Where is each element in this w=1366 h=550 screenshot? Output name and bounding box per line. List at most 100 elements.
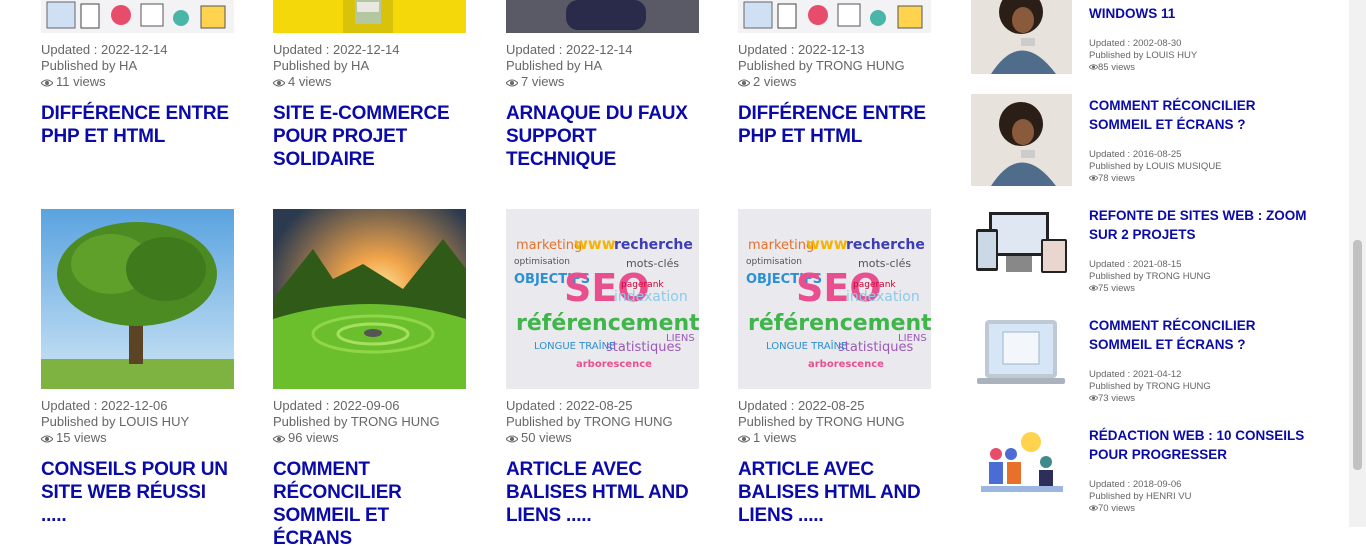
sidebar-post-views: 85 views [1098,62,1135,73]
post-views: 11 views [56,74,106,89]
post-views: 50 views [521,430,572,445]
sidebar-post-views: 70 views [1098,503,1135,514]
seo-word: www [806,235,848,253]
post-updated: Updated : 2022-12-06 [41,398,168,413]
post-title-link[interactable]: ARTICLE AVEC BALISES HTML AND LIENS ....… [738,458,933,527]
eye-icon [738,79,750,87]
sidebar-post-author: Published by TRONG HUNG [1089,381,1211,392]
post-title-link[interactable]: COMMENT RÉCONCILIER SOMMEIL ET ÉCRANS [273,458,468,550]
post-card[interactable]: Updated : 2022-12-06 Published by LOUIS … [41,209,236,527]
post-views: 1 views [753,430,797,445]
seo-word: marketing [516,238,582,253]
post-author: Published by LOUIS HUY [41,414,190,429]
post-updated: Updated : 2022-12-13 [738,42,865,57]
seo-word: arborescence [576,359,652,370]
sidebar-post-views: 75 views [1098,283,1135,294]
post-author: Published by TRONG HUNG [273,414,440,429]
sidebar-post-thumbnail[interactable] [971,94,1072,186]
sidebar-post-updated: Updated : 2016-08-25 [1089,149,1182,160]
post-views: 2 views [753,74,797,89]
post-card[interactable]: Updated : 2022-12-14 Published by HA 7 v… [506,0,701,171]
sidebar-post-author: Published by HENRI VU [1089,491,1192,502]
post-updated: Updated : 2022-08-25 [506,398,633,413]
post-title-link[interactable]: CONSEILS POUR UN SITE WEB RÉUSSI ..... [41,458,236,527]
post-title-link[interactable]: ARTICLE AVEC BALISES HTML AND LIENS ....… [506,458,701,527]
sidebar-post-author: Published by TRONG HUNG [1089,271,1211,282]
post-thumbnail[interactable]: marketing www recherche optimisation mot… [738,209,931,389]
sidebar-post-title[interactable]: RÉDACTION WEB : 10 CONSEILS POUR PROGRES… [1089,426,1319,464]
eye-icon [41,79,53,87]
eye-icon [1088,64,1099,70]
post-thumbnail[interactable] [273,0,466,33]
sidebar-post-thumbnail[interactable] [971,0,1072,74]
sidebar-post-views: 73 views [1098,393,1135,404]
eye-icon [273,435,285,443]
post-thumbnail[interactable] [41,209,234,389]
post-title-link[interactable]: DIFFÉRENCE ENTRE PHP ET HTML [41,102,236,148]
eye-icon [1088,175,1099,181]
sidebar-post-updated: Updated : 2021-08-15 [1089,259,1182,270]
post-updated: Updated : 2022-12-14 [273,42,400,57]
post-views: 7 views [521,74,565,89]
sidebar-post-updated: Updated : 2021-04-12 [1089,369,1182,380]
eye-icon [1088,505,1099,511]
sidebar-post-thumbnail[interactable] [971,424,1072,516]
seo-word: recherche [846,237,925,253]
post-card[interactable]: marketing www recherche optimisation mot… [738,209,933,527]
sidebar-post-thumbnail[interactable] [971,204,1072,296]
post-title-link[interactable]: ARNAQUE DU FAUX SUPPORT TECHNIQUE [506,102,701,171]
eye-icon [41,435,53,443]
seo-word: arborescence [808,359,884,370]
sidebar-post-thumbnail[interactable] [971,314,1072,406]
seo-word: indexation [846,289,920,305]
eye-icon [273,79,285,87]
post-card[interactable]: Updated : 2022-12-14 Published by HA 11 … [41,0,236,148]
post-updated: Updated : 2022-08-25 [738,398,865,413]
seo-word: LONGUE TRAÎNE [534,339,615,352]
post-author: Published by HA [273,58,370,73]
page-scrollbar[interactable] [1349,0,1366,527]
post-author: Published by TRONG HUNG [738,414,905,429]
sidebar-post-author: Published by LOUIS MUSIQUE [1089,161,1222,172]
seo-word: marketing [748,238,814,253]
eye-icon [1088,395,1099,401]
seo-word: optimisation [746,257,802,267]
post-updated: Updated : 2022-09-06 [273,398,400,413]
seo-word: optimisation [514,257,570,267]
eye-icon [506,79,518,87]
post-card[interactable]: marketing www recherche optimisation mot… [506,209,701,527]
post-views: 96 views [288,430,339,445]
sidebar-post-views: 78 views [1098,173,1135,184]
scrollbar-thumb[interactable] [1353,240,1362,470]
post-card[interactable]: Updated : 2022-12-13 Published by TRONG … [738,0,933,148]
post-thumbnail[interactable] [41,0,234,33]
seo-word: LIENS [666,333,695,344]
eye-icon [738,435,750,443]
post-card[interactable]: Updated : 2022-09-06 Published by TRONG … [273,209,468,550]
post-author: Published by TRONG HUNG [738,58,905,73]
post-title-link[interactable]: SITE E-COMMERCE POUR PROJET SOLIDAIRE [273,102,468,171]
sidebar-post-updated: Updated : 2018-09-06 [1089,479,1182,490]
post-thumbnail[interactable] [506,0,699,33]
post-author: Published by HA [506,58,603,73]
eye-icon [506,435,518,443]
sidebar-post-updated: Updated : 2002-08-30 [1089,38,1182,49]
post-card[interactable]: Updated : 2022-12-14 Published by HA 4 v… [273,0,468,171]
post-updated: Updated : 2022-12-14 [506,42,633,57]
post-views: 4 views [288,74,332,89]
post-updated: Updated : 2022-12-14 [41,42,168,57]
sidebar-post-title[interactable]: REFONTE DE SITES WEB : ZOOM SUR 2 PROJET… [1089,206,1319,244]
post-thumbnail[interactable]: marketing www recherche optimisation mot… [506,209,699,389]
eye-icon [1088,285,1099,291]
post-title-link[interactable]: DIFFÉRENCE ENTRE PHP ET HTML [738,102,933,148]
seo-word: LIENS [898,333,927,344]
post-thumbnail[interactable] [738,0,931,33]
sidebar-post-author: Published by LOUIS HUY [1089,50,1198,61]
sidebar-post-title[interactable]: COMMENT RÉCONCILIER SOMMEIL ET ÉCRANS ? [1089,316,1319,354]
post-thumbnail[interactable] [273,209,466,389]
post-author: Published by TRONG HUNG [506,414,673,429]
sidebar-post-title[interactable]: COMMENT RÉCONCILIER SOMMEIL ET ÉCRANS ? [1089,96,1319,134]
seo-word: LONGUE TRAÎNE [766,339,847,352]
sidebar-post-title[interactable]: WINDOWS 11 [1089,4,1319,23]
post-views: 15 views [56,430,107,445]
